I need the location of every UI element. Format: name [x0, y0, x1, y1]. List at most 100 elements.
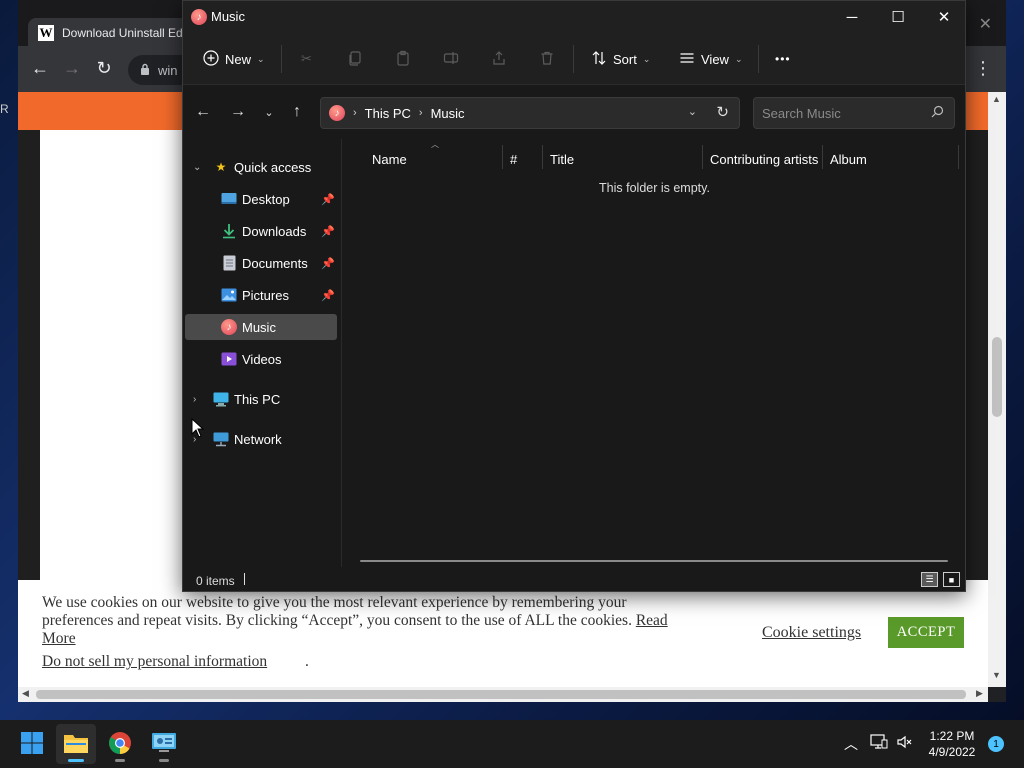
- address-dropdown-icon[interactable]: ⌄: [688, 105, 697, 118]
- active-indicator: [68, 759, 84, 762]
- details-view-icon[interactable]: ☰: [921, 572, 938, 587]
- scrollbar-thumb[interactable]: [992, 337, 1002, 417]
- view-button[interactable]: View ⌄: [679, 47, 743, 71]
- rename-button[interactable]: [443, 47, 459, 71]
- nav-item-desktop[interactable]: Desktop 📌: [185, 186, 337, 212]
- pin-icon: 📌: [321, 193, 335, 206]
- nav-item-downloads[interactable]: Downloads 📌: [185, 218, 337, 244]
- cookie-banner: We use cookies on our website to give yo…: [18, 580, 988, 687]
- show-hidden-icons-icon[interactable]: ︿: [844, 734, 858, 754]
- column-header-title[interactable]: Title: [542, 145, 702, 173]
- accept-cookies-button[interactable]: ACCEPT: [888, 617, 964, 648]
- cookie-settings-link[interactable]: Cookie settings: [762, 624, 861, 642]
- browser-tab-title: Download Uninstall Ed: [62, 26, 183, 40]
- back-arrow-icon[interactable]: ←: [193, 103, 213, 121]
- breadcrumb-music[interactable]: Music: [431, 106, 465, 121]
- column-header-number[interactable]: #: [502, 145, 542, 173]
- nav-label: Pictures: [242, 287, 289, 303]
- nav-item-videos[interactable]: Videos: [185, 346, 337, 372]
- taskbar-chrome[interactable]: [100, 724, 140, 764]
- trash-icon: [539, 50, 555, 69]
- cookie-message: We use cookies on our website to give yo…: [42, 594, 692, 648]
- forward-arrow-icon[interactable]: →: [228, 103, 248, 121]
- nav-this-pc[interactable]: › This PC: [185, 386, 337, 412]
- browser-menu-icon[interactable]: ⋮: [974, 58, 992, 79]
- sort-button[interactable]: Sort ⌄: [591, 47, 650, 71]
- chevron-down-icon: ⌄: [734, 53, 743, 64]
- up-arrow-icon[interactable]: ↑: [287, 103, 307, 121]
- cut-button[interactable]: ✂: [301, 47, 312, 71]
- cmd-separator: [758, 45, 759, 73]
- expand-chevron-icon[interactable]: ⌄: [193, 162, 201, 173]
- browser-vertical-scrollbar[interactable]: ▲ ▼: [988, 92, 1006, 687]
- view-label: View: [701, 51, 729, 67]
- cookie-message-text: We use cookies on our website to give yo…: [42, 594, 632, 629]
- running-indicator: [115, 759, 125, 762]
- start-button[interactable]: [12, 724, 52, 764]
- new-button[interactable]: New ⌄: [203, 47, 265, 71]
- nav-item-documents[interactable]: Documents 📌: [185, 250, 337, 276]
- explorer-titlebar[interactable]: ♪ Music ─ ☐ ✕: [183, 1, 965, 33]
- scroll-up-icon[interactable]: ▲: [992, 94, 1001, 104]
- large-icons-view-icon[interactable]: ■: [943, 572, 960, 587]
- more-options-icon: •••: [775, 52, 791, 66]
- minimize-button[interactable]: ─: [829, 5, 875, 29]
- paste-button[interactable]: [395, 47, 411, 71]
- browser-forward-icon[interactable]: →: [61, 58, 83, 79]
- scroll-right-icon[interactable]: ▶: [976, 688, 983, 699]
- expand-chevron-icon[interactable]: ›: [193, 394, 196, 405]
- hscrollbar-thumb[interactable]: [36, 690, 966, 699]
- status-divider: [244, 573, 245, 585]
- close-button[interactable]: ✕: [921, 5, 967, 29]
- file-list-scrollbar[interactable]: [360, 560, 948, 562]
- delete-button[interactable]: [539, 47, 555, 71]
- pin-icon: 📌: [321, 257, 335, 270]
- taskbar-clock[interactable]: 1:22 PM 4/9/2022: [924, 728, 980, 760]
- left-edge-text: R: [0, 102, 9, 116]
- volume-muted-icon[interactable]: [896, 734, 912, 753]
- network-status-icon[interactable]: [870, 734, 888, 753]
- search-box[interactable]: [753, 97, 955, 129]
- scroll-down-icon[interactable]: ▼: [992, 670, 1001, 680]
- copy-button[interactable]: [347, 47, 363, 71]
- address-bar-row: ← → ⌄ ↑ ♪ › This PC › Music ⌄ ↻: [183, 85, 965, 139]
- nav-network[interactable]: › Network: [185, 426, 337, 452]
- address-bar[interactable]: ♪ › This PC › Music ⌄ ↻: [320, 97, 740, 129]
- plus-circle-icon: [203, 49, 219, 69]
- taskbar-control-panel[interactable]: [144, 724, 184, 764]
- column-header-artists[interactable]: Contributing artists: [702, 145, 822, 173]
- music-icon: ♪: [221, 319, 237, 335]
- windows-logo-icon: [20, 731, 44, 758]
- column-header-album[interactable]: Album: [822, 145, 958, 173]
- search-input[interactable]: [754, 98, 924, 128]
- notification-badge[interactable]: 1: [988, 736, 1004, 752]
- browser-close-icon[interactable]: ✕: [979, 14, 992, 34]
- maximize-button[interactable]: ☐: [875, 5, 921, 29]
- column-label: Title: [550, 151, 575, 167]
- nav-item-pictures[interactable]: Pictures 📌: [185, 282, 337, 308]
- column-divider[interactable]: [958, 145, 959, 169]
- site-content-area: [40, 130, 190, 580]
- refresh-icon[interactable]: ↻: [716, 103, 729, 121]
- browser-tab[interactable]: W Download Uninstall Ed: [28, 18, 188, 48]
- recent-locations-icon[interactable]: ⌄: [259, 106, 279, 119]
- chevron-down-icon: ⌄: [257, 53, 265, 64]
- browser-back-icon[interactable]: ←: [29, 58, 51, 79]
- do-not-sell-period: .: [305, 653, 309, 670]
- column-header-name[interactable]: Name: [364, 145, 502, 173]
- sort-label: Sort: [613, 51, 637, 67]
- nav-item-music[interactable]: ♪ Music: [185, 314, 337, 340]
- breadcrumb-this-pc[interactable]: This PC: [365, 106, 411, 121]
- scroll-left-icon[interactable]: ◀: [22, 688, 29, 699]
- browser-reload-icon[interactable]: ↻: [93, 58, 115, 79]
- network-icon: [213, 431, 229, 447]
- taskbar-file-explorer[interactable]: [56, 724, 96, 764]
- nav-label: Desktop: [242, 191, 290, 207]
- do-not-sell-link[interactable]: Do not sell my personal information: [42, 653, 267, 671]
- lock-icon: [140, 63, 150, 78]
- share-button[interactable]: [491, 47, 507, 71]
- more-options-button[interactable]: •••: [775, 47, 791, 71]
- nav-quick-access[interactable]: ⌄ ★ Quick access: [185, 154, 337, 180]
- browser-horizontal-scrollbar[interactable]: ◀ ▶: [18, 687, 988, 702]
- browser-url-text: win: [158, 62, 178, 78]
